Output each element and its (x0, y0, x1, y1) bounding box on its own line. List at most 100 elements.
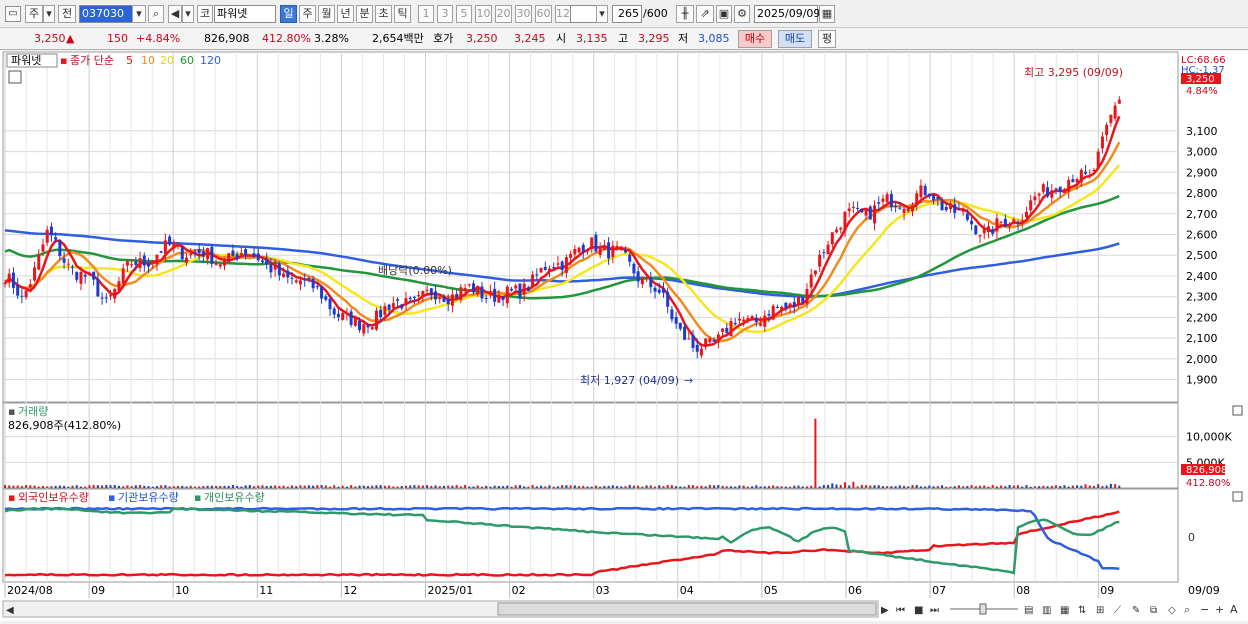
indicator-icon[interactable]: ⇗ (696, 5, 714, 23)
volume-bar (269, 485, 272, 488)
bar-count-input[interactable]: 265 (612, 5, 642, 23)
candle-body (379, 309, 383, 318)
scroll-right-icon[interactable]: ▶ (881, 605, 889, 616)
volume-bar (20, 486, 23, 488)
zoom-in-icon[interactable]: + (1215, 603, 1224, 616)
period-button-4[interactable]: 분 (356, 5, 373, 23)
candle-body (898, 208, 902, 210)
market-dropdown-icon[interactable]: ▾ (43, 5, 55, 23)
candle-body (1037, 193, 1041, 196)
interval-button-3[interactable]: 10 (475, 5, 492, 23)
candle-body (349, 311, 353, 325)
volume-bar (236, 486, 239, 488)
candle-body (851, 207, 855, 209)
text-tool-icon[interactable]: A (1230, 603, 1238, 616)
stop-icon[interactable]: ■ (914, 605, 923, 616)
quote-bar: 3,250 ▲ 150 +4.84% 826,908 412.80% 3.28%… (0, 28, 1248, 50)
market-selector[interactable]: 주 (25, 5, 43, 23)
volume-bar (687, 484, 690, 488)
up-arrow-icon: ▲ (66, 32, 75, 45)
volume-bar (1063, 485, 1066, 488)
interval-button-6[interactable]: 60 (535, 5, 552, 23)
buy-button[interactable]: 매수 (738, 30, 772, 48)
candle-body (628, 254, 632, 262)
interval-button-5[interactable]: 30 (515, 5, 532, 23)
window-menu-icon[interactable]: ▭ (5, 6, 21, 22)
period-button-6[interactable]: 틱 (394, 5, 411, 23)
layout-icon[interactable]: ▤ (1024, 605, 1033, 616)
candle-body (362, 324, 366, 334)
interval-button-0[interactable]: 1 (418, 5, 434, 23)
prev-button[interactable]: 전 (58, 5, 76, 23)
interval-dropdown-icon[interactable]: ▾ (596, 5, 608, 23)
chart-area[interactable]: 3,100 3,000 2,900 2,800 2,700 2,600 2,500 2,400… (0, 51, 1248, 621)
candle-body (936, 196, 940, 200)
price-tick-label: 2,000 (1186, 353, 1218, 366)
volume-bar (151, 486, 154, 488)
period-button-5[interactable]: 초 (375, 5, 392, 23)
date-input[interactable]: 2025/09/09 (754, 5, 820, 23)
candle-body (66, 263, 70, 265)
period-button-2[interactable]: 월 (318, 5, 335, 23)
compare-icon[interactable]: ⊞ (1096, 605, 1104, 616)
volume-bar (805, 486, 808, 488)
holding-panel-close-icon[interactable] (1232, 491, 1243, 502)
settings-gear-icon[interactable]: ⚙ (734, 5, 750, 23)
scrollbar-thumb[interactable] (497, 602, 877, 616)
chart-type-icon[interactable]: ⇅ (1078, 605, 1086, 616)
scroll-left-icon[interactable]: ◀ (6, 605, 14, 616)
period-button-1[interactable]: 주 (299, 5, 316, 23)
x-tick-label: 04 (680, 584, 694, 597)
stock-chart[interactable]: 3,100 3,000 2,900 2,800 2,700 2,600 2,500 2,400… (0, 51, 1248, 621)
candle-body (256, 253, 260, 261)
price-tick-label: 3,100 (1186, 125, 1218, 138)
interval-button-2[interactable]: 5 (456, 5, 472, 23)
speaker-icon[interactable]: ◀ (168, 5, 182, 23)
candle-body (543, 266, 547, 270)
eval-button[interactable]: 평 (818, 30, 836, 48)
copy-icon[interactable]: ⧉ (1150, 605, 1157, 616)
candle-body (134, 261, 138, 265)
zoom-search-icon[interactable]: ⌕ (1184, 603, 1190, 616)
volume-bar (586, 486, 589, 488)
volume-bar (265, 485, 268, 488)
zoom-out-icon[interactable]: − (1200, 603, 1209, 616)
volume-bar (552, 486, 555, 488)
pen-icon[interactable]: ✎ (1132, 605, 1140, 616)
price-tick-label: 2,300 (1186, 291, 1218, 304)
candle-body (1071, 179, 1075, 183)
volume-bar (835, 484, 838, 488)
candle-body (446, 299, 450, 305)
code-dropdown-icon[interactable]: ▾ (132, 5, 146, 23)
period-button-3[interactable]: 년 (337, 5, 354, 23)
save-icon[interactable]: ▣ (716, 5, 732, 23)
search-icon[interactable]: ⌕ (148, 5, 164, 23)
stock-name-field[interactable]: 파워넷 (214, 5, 276, 23)
price-tick-label: 2,600 (1186, 229, 1218, 242)
rewind-icon[interactable]: ⏮ (896, 605, 905, 616)
candle-type-icon[interactable]: ╫ (676, 5, 694, 23)
draw-icon[interactable]: ⟋ (1114, 605, 1121, 616)
fast-forward-icon[interactable]: ⏭ (930, 605, 939, 616)
volume-bar (518, 485, 521, 488)
volume-bar (1084, 484, 1087, 488)
volume-bar (865, 485, 868, 488)
candle-body (320, 286, 324, 299)
interval-button-1[interactable]: 3 (437, 5, 453, 23)
shape-icon[interactable]: ◇ (1168, 605, 1176, 616)
calendar-icon[interactable]: ▦ (819, 5, 835, 23)
stock-code-input[interactable]: 037030 (79, 5, 133, 23)
zoom-slider-handle[interactable] (979, 603, 987, 615)
candle-body (708, 338, 712, 343)
volume-panel-close-icon[interactable] (1232, 405, 1243, 416)
candle-body (797, 296, 801, 306)
speaker-dropdown-icon[interactable]: ▾ (182, 5, 194, 23)
interval-button-4[interactable]: 20 (495, 5, 512, 23)
volume-bar (780, 486, 783, 488)
volume-summary: 826,908주(412.80%) (8, 419, 121, 432)
table-view-icon[interactable] (8, 70, 22, 84)
grid-icon[interactable]: ▦ (1060, 605, 1069, 616)
sell-button[interactable]: 매도 (778, 30, 812, 48)
period-button-0[interactable]: 일 (280, 5, 297, 23)
split-icon[interactable]: ▥ (1042, 605, 1051, 616)
